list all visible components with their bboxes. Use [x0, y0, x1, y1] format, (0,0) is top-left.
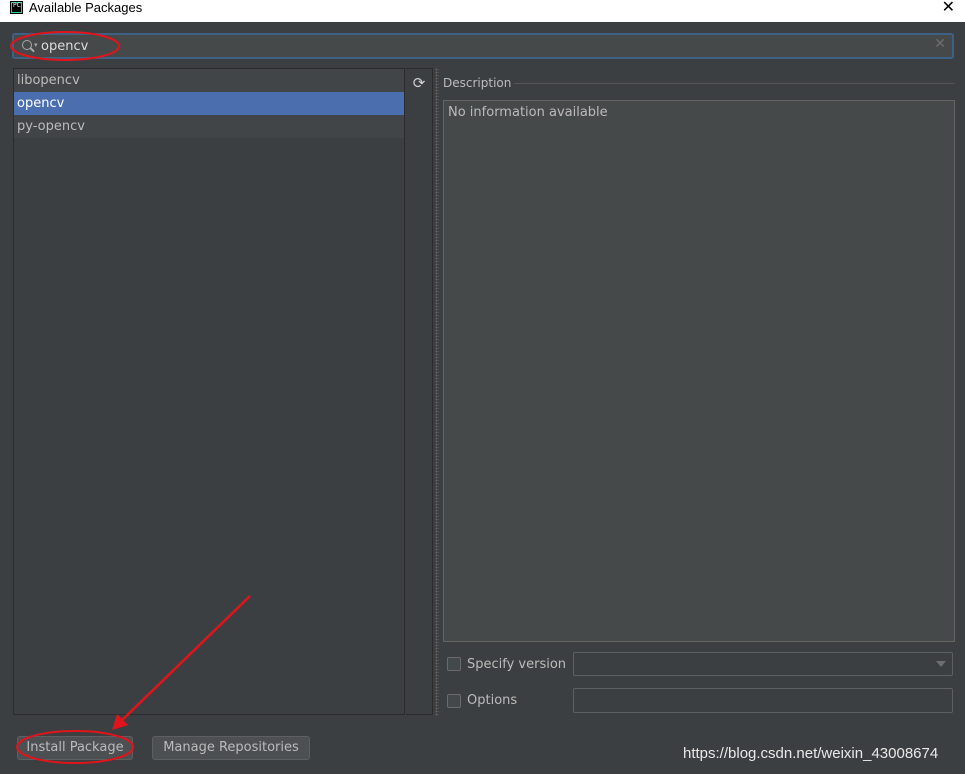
- pycharm-app-icon: PC: [10, 1, 23, 14]
- description-text: No information available: [448, 105, 608, 120]
- install-package-button[interactable]: Install Package: [17, 736, 133, 760]
- close-icon[interactable]: ✕: [942, 0, 955, 16]
- search-field[interactable]: ▾ ✕: [12, 33, 954, 59]
- description-panel: No information available: [443, 100, 955, 642]
- specify-version-checkbox[interactable]: [447, 657, 461, 671]
- list-item[interactable]: libopencv: [14, 69, 404, 92]
- title-bar: PC Available Packages ✕: [0, 0, 965, 22]
- search-history-caret-icon[interactable]: ▾: [34, 41, 38, 49]
- clear-search-icon[interactable]: ✕: [934, 36, 946, 52]
- options-label: Options: [467, 693, 518, 708]
- window-title: Available Packages: [29, 0, 143, 15]
- list-toolbar: ⟳: [406, 68, 433, 715]
- search-input[interactable]: [41, 37, 921, 55]
- specify-version-label: Specify version: [467, 657, 567, 672]
- manage-repositories-button[interactable]: Manage Repositories: [152, 736, 310, 760]
- refresh-icon[interactable]: ⟳: [410, 74, 428, 92]
- options-checkbox[interactable]: [447, 694, 461, 708]
- list-item[interactable]: py-opencv: [14, 115, 404, 138]
- panel-splitter[interactable]: [435, 68, 439, 716]
- version-dropdown[interactable]: [573, 652, 953, 676]
- search-icon[interactable]: [22, 40, 32, 50]
- annotation-arrow-head: [112, 714, 128, 730]
- chevron-down-icon: [936, 661, 946, 667]
- package-list[interactable]: libopencv opencv py-opencv: [13, 68, 405, 715]
- options-input[interactable]: [573, 688, 953, 713]
- description-label: Description: [443, 76, 512, 90]
- list-item-selected[interactable]: opencv: [14, 92, 404, 115]
- watermark-text: https://blog.csdn.net/weixin_43008674: [683, 745, 939, 762]
- description-divider: [514, 83, 955, 84]
